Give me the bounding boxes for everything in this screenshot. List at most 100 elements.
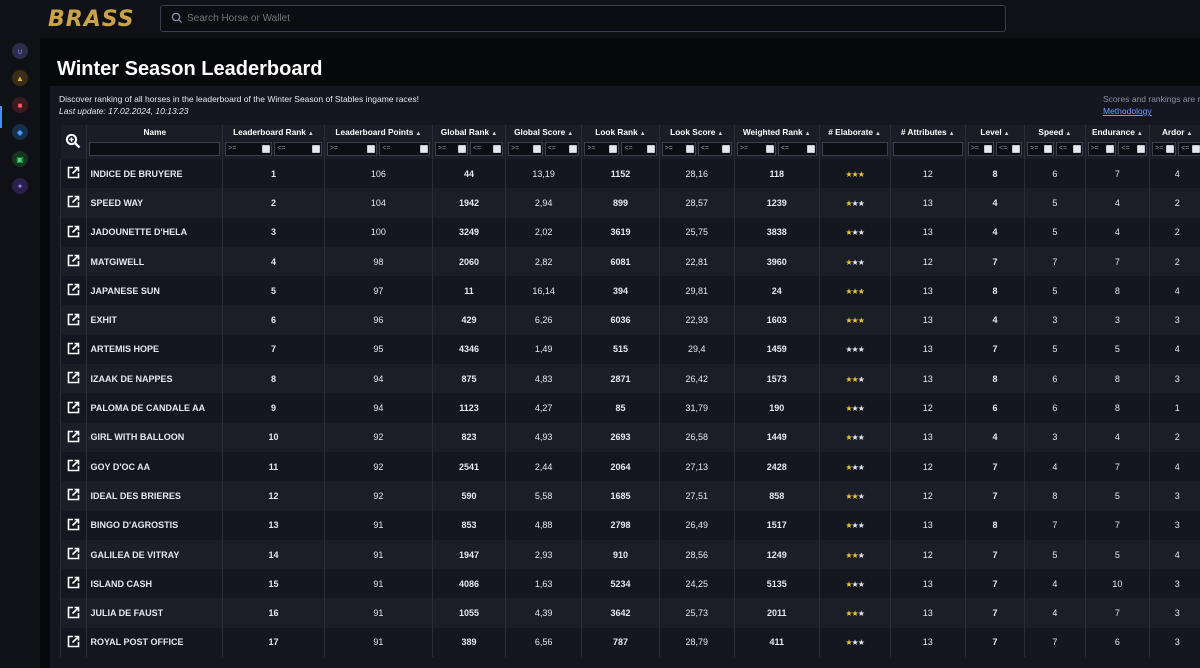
stepper-icon[interactable]	[457, 145, 466, 153]
filter-max-input[interactable]: <=	[274, 142, 322, 156]
stepper-icon[interactable]	[311, 145, 320, 153]
filter-text-input[interactable]	[892, 142, 963, 156]
column-header[interactable]: Level ▲	[964, 125, 1025, 139]
table-row[interactable]: MATGIWELL 4 98 2060 2,82 6081 22,81 3960 ★★★ 12 7 7…	[60, 246, 1200, 277]
leaderboard-table-wrap[interactable]: Name Leaderboard Rank ▲ Leaderboard Points ▲…	[60, 125, 1200, 668]
stepper-icon[interactable]	[532, 145, 541, 153]
open-external-icon[interactable]	[67, 166, 80, 179]
table-row[interactable]: JADOUNETTE D'HELA 3 100 3249 2,02 3619 25,75 38…	[60, 217, 1200, 247]
stepper-icon[interactable]	[806, 145, 815, 153]
sort-arrow-icon[interactable]: ▲	[875, 131, 881, 137]
table-row[interactable]: JULIA DE FAUST 16 91 1055 4,39 3642 25,73 2011 ★…	[60, 598, 1200, 628]
column-header[interactable]: Leaderboard Rank ▲	[222, 125, 325, 139]
horse-name[interactable]: PALOMA DE CANDALE AA	[86, 393, 223, 423]
sort-arrow-icon[interactable]: ▲	[717, 131, 723, 137]
sort-arrow-icon[interactable]: ▲	[308, 131, 314, 137]
zoom-cell[interactable]	[60, 125, 87, 159]
column-header[interactable]: # Attributes ▲	[889, 125, 966, 139]
horse-name[interactable]: INDICE DE BRUYERE	[86, 159, 223, 189]
horse-name[interactable]: EXHIT	[86, 305, 223, 335]
trophy-icon[interactable]: ▲	[12, 70, 28, 86]
sort-arrow-icon[interactable]: ▲	[1137, 131, 1143, 137]
horse-name[interactable]: IZAAK DE NAPPES	[86, 364, 223, 394]
open-cell[interactable]	[60, 334, 87, 365]
column-header[interactable]: Ardor ▲	[1149, 125, 1200, 139]
open-cell[interactable]	[60, 305, 87, 335]
open-cell[interactable]	[60, 364, 87, 394]
column-header[interactable]: Look Rank ▲	[581, 125, 660, 139]
open-external-icon[interactable]	[67, 606, 80, 619]
filter-min-input[interactable]: >=	[661, 142, 696, 156]
filter-max-input[interactable]: <=	[469, 142, 504, 156]
table-row[interactable]: IDEAL DES BRIERES 12 92 590 5,58 1685 27,51 858…	[60, 481, 1200, 511]
table-row[interactable]: ARTEMIS HOPE 7 95 4346 1,49 515 29,4 1459 ★★★ 13 7…	[60, 334, 1200, 365]
sort-arrow-icon[interactable]: ▲	[949, 131, 955, 137]
filter-min-input[interactable]: >=	[434, 142, 468, 156]
sort-arrow-icon[interactable]: ▲	[1065, 131, 1071, 137]
open-external-icon[interactable]	[67, 254, 80, 267]
twitter-icon[interactable]: ✦	[12, 178, 28, 194]
sort-arrow-icon[interactable]: ▲	[1004, 131, 1010, 137]
filter-max-input[interactable]: <=	[697, 142, 732, 156]
horse-name[interactable]: ARTEMIS HOPE	[86, 334, 223, 365]
filter-min-input[interactable]: >=	[225, 142, 273, 156]
column-header[interactable]: Global Rank ▲	[431, 125, 506, 139]
open-external-icon[interactable]	[67, 342, 80, 355]
stepper-icon[interactable]	[685, 145, 694, 153]
stepper-icon[interactable]	[493, 145, 502, 153]
open-external-icon[interactable]	[67, 371, 80, 384]
open-cell[interactable]	[60, 627, 87, 658]
search-box[interactable]	[160, 5, 1006, 32]
open-cell[interactable]	[60, 188, 87, 218]
open-cell[interactable]	[60, 451, 87, 482]
column-header[interactable]: Leaderboard Points ▲	[323, 125, 433, 139]
open-external-icon[interactable]	[67, 635, 80, 648]
filter-max-input[interactable]: <=	[1118, 142, 1148, 156]
filter-min-input[interactable]: >=	[1152, 142, 1177, 156]
filter-min-input[interactable]: >=	[1087, 142, 1117, 156]
open-external-icon[interactable]	[67, 459, 80, 472]
open-external-icon[interactable]	[67, 488, 80, 501]
stepper-icon[interactable]	[1043, 145, 1052, 153]
open-cell[interactable]	[60, 422, 87, 452]
sort-arrow-icon[interactable]: ▲	[805, 131, 811, 137]
horse-name[interactable]: IDEAL DES BRIERES	[86, 481, 223, 511]
filter-min-input[interactable]: >=	[326, 142, 378, 156]
table-row[interactable]: GOY D'OC AA 11 92 2541 2,44 2064 27,13 2428 ★★★ 1…	[60, 451, 1200, 482]
table-row[interactable]: EXHIT6964296,26603622,931603★★★1343333	[60, 305, 1200, 335]
open-cell[interactable]	[60, 481, 87, 511]
open-external-icon[interactable]	[67, 195, 80, 208]
stepper-icon[interactable]	[721, 145, 730, 153]
table-row[interactable]: INDICE DE BRUYERE 1 106 44 13,19 1152 28,16 118…	[60, 159, 1200, 189]
horse-name[interactable]: JULIA DE FAUST	[86, 598, 223, 628]
stepper-icon[interactable]	[367, 145, 376, 153]
chest-icon[interactable]: ■	[12, 97, 28, 113]
open-cell[interactable]	[60, 159, 87, 189]
open-cell[interactable]	[60, 598, 87, 628]
sort-arrow-icon[interactable]: ▲	[567, 131, 573, 137]
horse-name[interactable]: ROYAL POST OFFICE	[86, 627, 223, 658]
stepper-icon[interactable]	[646, 145, 655, 153]
open-cell[interactable]	[60, 510, 87, 540]
open-external-icon[interactable]	[67, 225, 80, 238]
horse-name[interactable]: BINGO D'AGROSTIS	[86, 510, 223, 540]
table-row[interactable]: GIRL WITH BALLOON 10 92 823 4,93 2693 26,58 144…	[60, 422, 1200, 452]
open-external-icon[interactable]	[67, 401, 80, 414]
methodology-link[interactable]: Methodology	[1103, 106, 1152, 116]
table-row[interactable]: PALOMA DE CANDALE AA 9 94 1123 4,27 85 31,79 19…	[60, 393, 1200, 423]
stepper-icon[interactable]	[1072, 145, 1081, 153]
column-header[interactable]: Name	[86, 125, 223, 139]
filter-min-input[interactable]: >=	[736, 142, 776, 156]
table-row[interactable]: JAPANESE SUN 5 97 11 16,14 394 29,81 24 ★★★ 13 8 5 8…	[60, 276, 1200, 306]
table-row[interactable]: IZAAK DE NAPPES 8 94 875 4,83 2871 26,42 1573 ★★…	[60, 364, 1200, 394]
column-header[interactable]: Speed ▲	[1024, 125, 1086, 139]
filter-text-input[interactable]	[89, 142, 221, 156]
column-header[interactable]: Endurance ▲	[1084, 125, 1150, 139]
filter-min-input[interactable]: >=	[508, 142, 543, 156]
table-row[interactable]: SPEED WAY 2 104 1942 2,94 899 28,57 1239 ★★★ 13 4 5…	[60, 188, 1200, 218]
horse-name[interactable]: JADOUNETTE D'HELA	[86, 217, 223, 247]
horse-name[interactable]: ISLAND CASH	[86, 569, 223, 599]
stepper-icon[interactable]	[1012, 145, 1021, 153]
filter-max-input[interactable]: <=	[777, 142, 817, 156]
open-external-icon[interactable]	[67, 518, 80, 531]
